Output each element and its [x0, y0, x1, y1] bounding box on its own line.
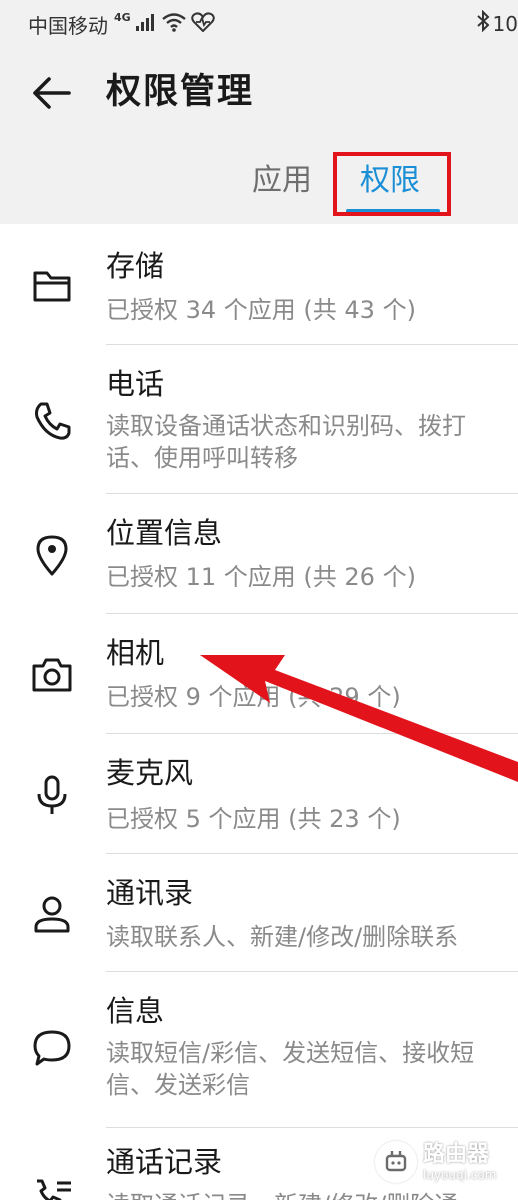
- permission-item-microphone[interactable]: 麦克风 已授权 5 个应用 (共 23 个): [0, 733, 518, 854]
- permission-subtitle: 读取短信/彩信、发送短信、接收短: [106, 1039, 475, 1067]
- permission-subtitle: 已授权 9 个应用 (共 29 个): [106, 683, 401, 711]
- permission-title: 电话: [106, 367, 165, 401]
- page-title: 权限管理: [106, 72, 255, 112]
- permission-item-contacts[interactable]: 通讯录 读取联系人、新建/修改/删除联系: [0, 853, 518, 972]
- permission-subtitle: 已授权 11 个应用 (共 26 个): [106, 563, 416, 591]
- wifi-icon: [161, 12, 187, 37]
- permission-item-storage[interactable]: 存储 已授权 34 个应用 (共 43 个): [0, 224, 518, 345]
- network-type-label: 4G: [114, 11, 131, 24]
- watermark-text: 路由器 luyouqi.com: [423, 1141, 497, 1182]
- phone-icon: [31, 400, 73, 442]
- microphone-icon: [31, 774, 73, 816]
- annotation-highlight-box: [333, 152, 451, 216]
- permission-subtitle: 已授权 34 个应用 (共 43 个): [106, 296, 416, 324]
- folder-icon: [31, 265, 73, 307]
- battery-level-label: 10: [492, 11, 518, 36]
- signal-icon: [135, 12, 157, 37]
- permission-title: 通讯录: [106, 876, 194, 910]
- contacts-icon: [31, 893, 73, 935]
- permission-subtitle-line2: 信、发送彩信: [106, 1071, 250, 1099]
- permission-item-messages[interactable]: 信息 读取短信/彩信、发送短信、接收短 信、发送彩信: [0, 971, 518, 1128]
- message-icon: [31, 1027, 73, 1069]
- permission-item-location[interactable]: 位置信息 已授权 11 个应用 (共 26 个): [0, 493, 518, 614]
- location-icon: [31, 534, 73, 576]
- permission-subtitle: 读取设备通话状态和识别码、拨打: [106, 412, 466, 440]
- camera-icon: [31, 654, 73, 696]
- permission-subtitle: 已授权 5 个应用 (共 23 个): [106, 805, 401, 833]
- call-log-icon: [31, 1177, 73, 1200]
- permission-title: 相机: [106, 636, 165, 670]
- screen: 中国移动 4G 10 权限管理 应用 权限 存储 已授权 34 个应用 (共 4…: [0, 0, 518, 1200]
- permission-title: 麦克风: [106, 756, 194, 790]
- permission-title: 信息: [106, 994, 165, 1028]
- permission-item-phone[interactable]: 电话 读取设备通话状态和识别码、拨打 话、使用呼叫转移: [0, 344, 518, 494]
- heart-rate-icon: [190, 12, 215, 37]
- permission-title: 位置信息: [106, 516, 223, 550]
- watermark-name: 路由器: [423, 1141, 490, 1167]
- tab-apps[interactable]: 应用: [252, 158, 312, 204]
- watermark-logo-icon: [375, 1141, 417, 1183]
- back-button[interactable]: [22, 64, 80, 122]
- bluetooth-icon: [476, 9, 490, 37]
- status-right: 10: [476, 9, 518, 37]
- back-arrow-icon: [33, 77, 71, 109]
- status-bar: 中国移动 4G 10: [0, 0, 518, 46]
- permission-subtitle-line2: 话、使用呼叫转移: [106, 444, 298, 472]
- watermark-domain: luyouqi.com: [423, 1167, 497, 1182]
- carrier-label: 中国移动: [28, 14, 108, 38]
- permission-title: 通话记录: [106, 1145, 223, 1179]
- permission-item-camera[interactable]: 相机 已授权 9 个应用 (共 29 个): [0, 613, 518, 734]
- permission-subtitle: 读取联系人、新建/修改/删除联系: [106, 923, 459, 951]
- permission-subtitle: 读取通话记录、新建/修改/删除通: [106, 1189, 458, 1200]
- status-left: 中国移动 4G: [28, 10, 215, 39]
- permission-title: 存储: [106, 249, 165, 283]
- watermark: 路由器 luyouqi.com: [375, 1137, 501, 1187]
